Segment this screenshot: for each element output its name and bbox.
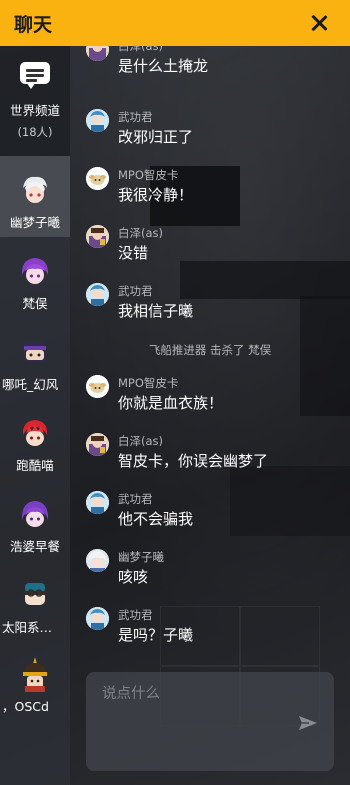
avatar: [86, 167, 109, 190]
sidebar-item-label: 哪吒_幻风: [2, 377, 59, 392]
message-text: 改邪归正了: [118, 128, 194, 146]
avatar: [19, 656, 51, 692]
sidebar-item-label: 梵俣: [22, 296, 48, 311]
message-text: 你就是血衣族！: [118, 394, 224, 412]
sidebar-item-label: 浩婆早餐: [9, 539, 60, 554]
sidebar-item-label: 太阳系…: [2, 620, 53, 635]
message-text: 我很冷静！: [118, 186, 194, 204]
sidebar-item-user[interactable]: 跑酷喵: [0, 399, 70, 480]
avatar: [86, 491, 109, 514]
sidebar-item-label: 幽梦子曦: [9, 215, 60, 230]
avatar: [86, 549, 109, 572]
message-sender: 武功君: [118, 284, 153, 298]
message-sender: 白泽(as): [118, 434, 164, 448]
message-text: 智皮卡，你误会幽梦了: [118, 452, 269, 470]
avatar: [86, 375, 109, 398]
message-text: 他不会骗我: [118, 510, 194, 528]
avatar: [19, 498, 51, 530]
avatar: [86, 283, 109, 306]
message-text: 是吗？子曦: [118, 626, 194, 644]
system-message: 飞船推进器 击杀了 梵俣: [148, 343, 272, 357]
channel-sidebar: 世界频道 (18人) 幽梦子曦 梵俣 哪吒_幻风 跑酷喵 浩婆早餐 太阳系… ，…: [0, 46, 70, 785]
sidebar-item-user[interactable]: 梵俣: [0, 237, 70, 318]
avatar: [19, 255, 51, 287]
send-icon[interactable]: [298, 715, 318, 731]
avatar: [86, 109, 109, 132]
sidebar-item-user[interactable]: 浩婆早餐: [0, 480, 70, 561]
sidebar-item-label: 跑酷喵: [16, 458, 54, 473]
message-text: 没错: [118, 244, 149, 262]
message-text: 是什么土掩龙: [118, 57, 209, 75]
avatar: [19, 336, 51, 368]
avatar: [19, 174, 51, 206]
message-sender: 武功君: [118, 110, 153, 124]
avatar: [19, 579, 51, 611]
chat-bubble-icon: [18, 60, 52, 90]
close-icon[interactable]: [308, 12, 330, 34]
message-sender: MPO智皮卡: [118, 168, 179, 182]
message-sender: 幽梦子曦: [118, 550, 164, 564]
avatar: [86, 225, 109, 248]
message-sender: 白泽(as): [118, 226, 164, 240]
message-sender: MPO智皮卡: [118, 376, 179, 390]
message-input-box: [86, 672, 334, 771]
sidebar-item-user[interactable]: ，OSCd: [0, 642, 70, 723]
avatar: [19, 417, 51, 449]
sidebar-item-user[interactable]: 太阳系…: [0, 561, 70, 642]
message-text: 我相信子曦: [118, 302, 194, 320]
chat-title: 聊天: [14, 13, 53, 36]
world-channel-label: 世界频道: [9, 103, 60, 118]
message-text: 咳咳: [118, 568, 149, 586]
chat-header: 聊天: [0, 0, 350, 46]
message-input[interactable]: [86, 672, 334, 771]
sidebar-item-user[interactable]: 幽梦子曦: [0, 156, 70, 237]
sidebar-item-label: ，OSCd: [2, 699, 49, 714]
online-count: (18人): [17, 125, 53, 139]
sidebar-item-user[interactable]: 哪吒_幻风: [0, 318, 70, 399]
avatar: [86, 607, 109, 630]
world-channel-tab[interactable]: 世界频道 (18人): [0, 46, 70, 156]
avatar: [86, 433, 109, 456]
message-sender: 武功君: [118, 492, 153, 506]
message-sender: 武功君: [118, 608, 153, 622]
